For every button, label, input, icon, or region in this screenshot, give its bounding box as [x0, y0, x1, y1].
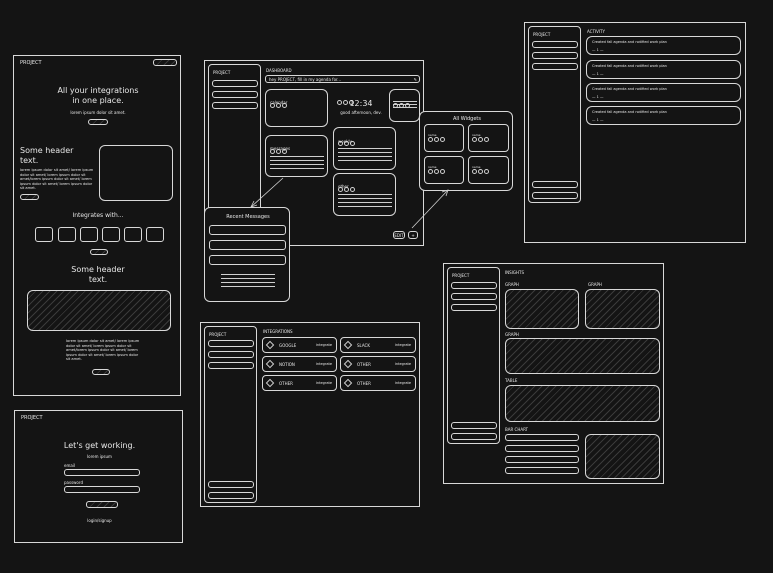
sidebar-nav-item[interactable] [208, 362, 254, 369]
bar-chart-label: BAR CHART [505, 427, 528, 432]
activity-item-text: Created fall agenda and notified work pl… [592, 87, 667, 91]
graph-label-3: GRAPH [505, 332, 519, 337]
activity-frame: PROJECT ACTIVITY Created fall agenda and… [524, 22, 746, 243]
insights-sidebar: PROJECT [447, 267, 500, 444]
integrations-logo: PROJECT [209, 332, 227, 337]
integration-name: OTHER [279, 381, 293, 386]
integrations-frame: PROJECT INTEGRATIONS GOOGLE integrate SL… [200, 322, 420, 507]
activity-item-text: Created fall agenda and notified work pl… [592, 40, 667, 44]
integrate-link[interactable]: integrate [395, 343, 411, 348]
integration-card-other[interactable]: OTHER integrate [340, 375, 416, 391]
graph-label-2: GRAPH [588, 282, 602, 287]
graph-panel-1 [505, 289, 579, 329]
sidebar-nav-item[interactable] [208, 492, 254, 499]
sidebar-nav-item[interactable] [532, 192, 578, 199]
diamond-icon [343, 340, 353, 350]
integrate-link[interactable]: integrate [316, 381, 332, 386]
diamond-icon [265, 378, 275, 388]
diamond-icon [265, 359, 275, 369]
sidebar-nav-item[interactable] [451, 282, 497, 289]
table-label: TABLE [505, 378, 518, 383]
activity-item[interactable]: Created fall agenda and notified work pl… [586, 83, 741, 102]
sidebar-nav-item[interactable] [532, 41, 578, 48]
sidebar-nav-item[interactable] [451, 422, 497, 429]
bar-chart-row [505, 467, 579, 474]
activity-item[interactable]: Created fall agenda and notified work pl… [586, 36, 741, 55]
sidebar-nav-item[interactable] [208, 351, 254, 358]
diamond-icon [265, 340, 275, 350]
integration-name: SLACK [357, 343, 370, 348]
insights-title: INSIGHTS [505, 270, 524, 275]
integrations-sidebar: PROJECT [204, 326, 257, 503]
bar-chart-row [505, 445, 579, 452]
activity-item-meta: — 1 — [592, 72, 604, 76]
activity-item-text: Created fall agenda and notified work pl… [592, 64, 667, 68]
sidebar-nav-item[interactable] [451, 293, 497, 300]
sidebar-nav-item[interactable] [532, 181, 578, 188]
integration-name: OTHER [357, 381, 371, 386]
activity-item[interactable]: Created fall agenda and notified work pl… [586, 106, 741, 125]
integration-card-other[interactable]: OTHER integrate [262, 375, 337, 391]
sidebar-nav-item[interactable] [208, 340, 254, 347]
integrations-title: INTEGRATIONS [263, 329, 293, 334]
integration-name: NOTION [279, 362, 295, 367]
integrate-link[interactable]: integrate [395, 362, 411, 367]
graph-panel-3 [505, 338, 660, 374]
integrate-link[interactable]: integrate [395, 381, 411, 386]
sidebar-nav-item[interactable] [451, 433, 497, 440]
sidebar-nav-item[interactable] [532, 52, 578, 59]
bar-chart-row [505, 456, 579, 463]
insights-frame: PROJECT INSIGHTS GRAPH GRAPH GRAPH TABLE… [443, 263, 664, 484]
graph-label-1: GRAPH [505, 282, 519, 287]
sidebar-nav-item[interactable] [532, 63, 578, 70]
activity-title: ACTIVITY [587, 29, 605, 34]
diamond-icon [343, 378, 353, 388]
diamond-icon [343, 359, 353, 369]
integration-card-google[interactable]: GOOGLE integrate [262, 337, 337, 353]
integrate-link[interactable]: integrate [316, 362, 332, 367]
integration-card-notion[interactable]: NOTION integrate [262, 356, 337, 372]
sidebar-nav-item[interactable] [451, 304, 497, 311]
integration-card-slack[interactable]: SLACK integrate [340, 337, 416, 353]
insights-logo: PROJECT [452, 273, 470, 278]
table-panel [505, 385, 660, 422]
activity-sidebar: PROJECT [528, 26, 581, 203]
bar-chart-panel [585, 434, 660, 479]
activity-item-meta: — 1 — [592, 118, 604, 122]
integrate-link[interactable]: integrate [316, 343, 332, 348]
sidebar-nav-item[interactable] [208, 481, 254, 488]
integration-name: GOOGLE [279, 343, 297, 348]
activity-logo: PROJECT [533, 32, 551, 37]
activity-item-text: Created fall agenda and notified work pl… [592, 110, 667, 114]
activity-item-meta: — 1 — [592, 48, 604, 52]
activity-item-meta: — 1 — [592, 95, 604, 99]
activity-item[interactable]: Created fall agenda and notified work pl… [586, 60, 741, 79]
integration-card-other[interactable]: OTHER integrate [340, 356, 416, 372]
bar-chart-row [505, 434, 579, 441]
graph-panel-2 [585, 289, 660, 329]
integration-name: OTHER [357, 362, 371, 367]
